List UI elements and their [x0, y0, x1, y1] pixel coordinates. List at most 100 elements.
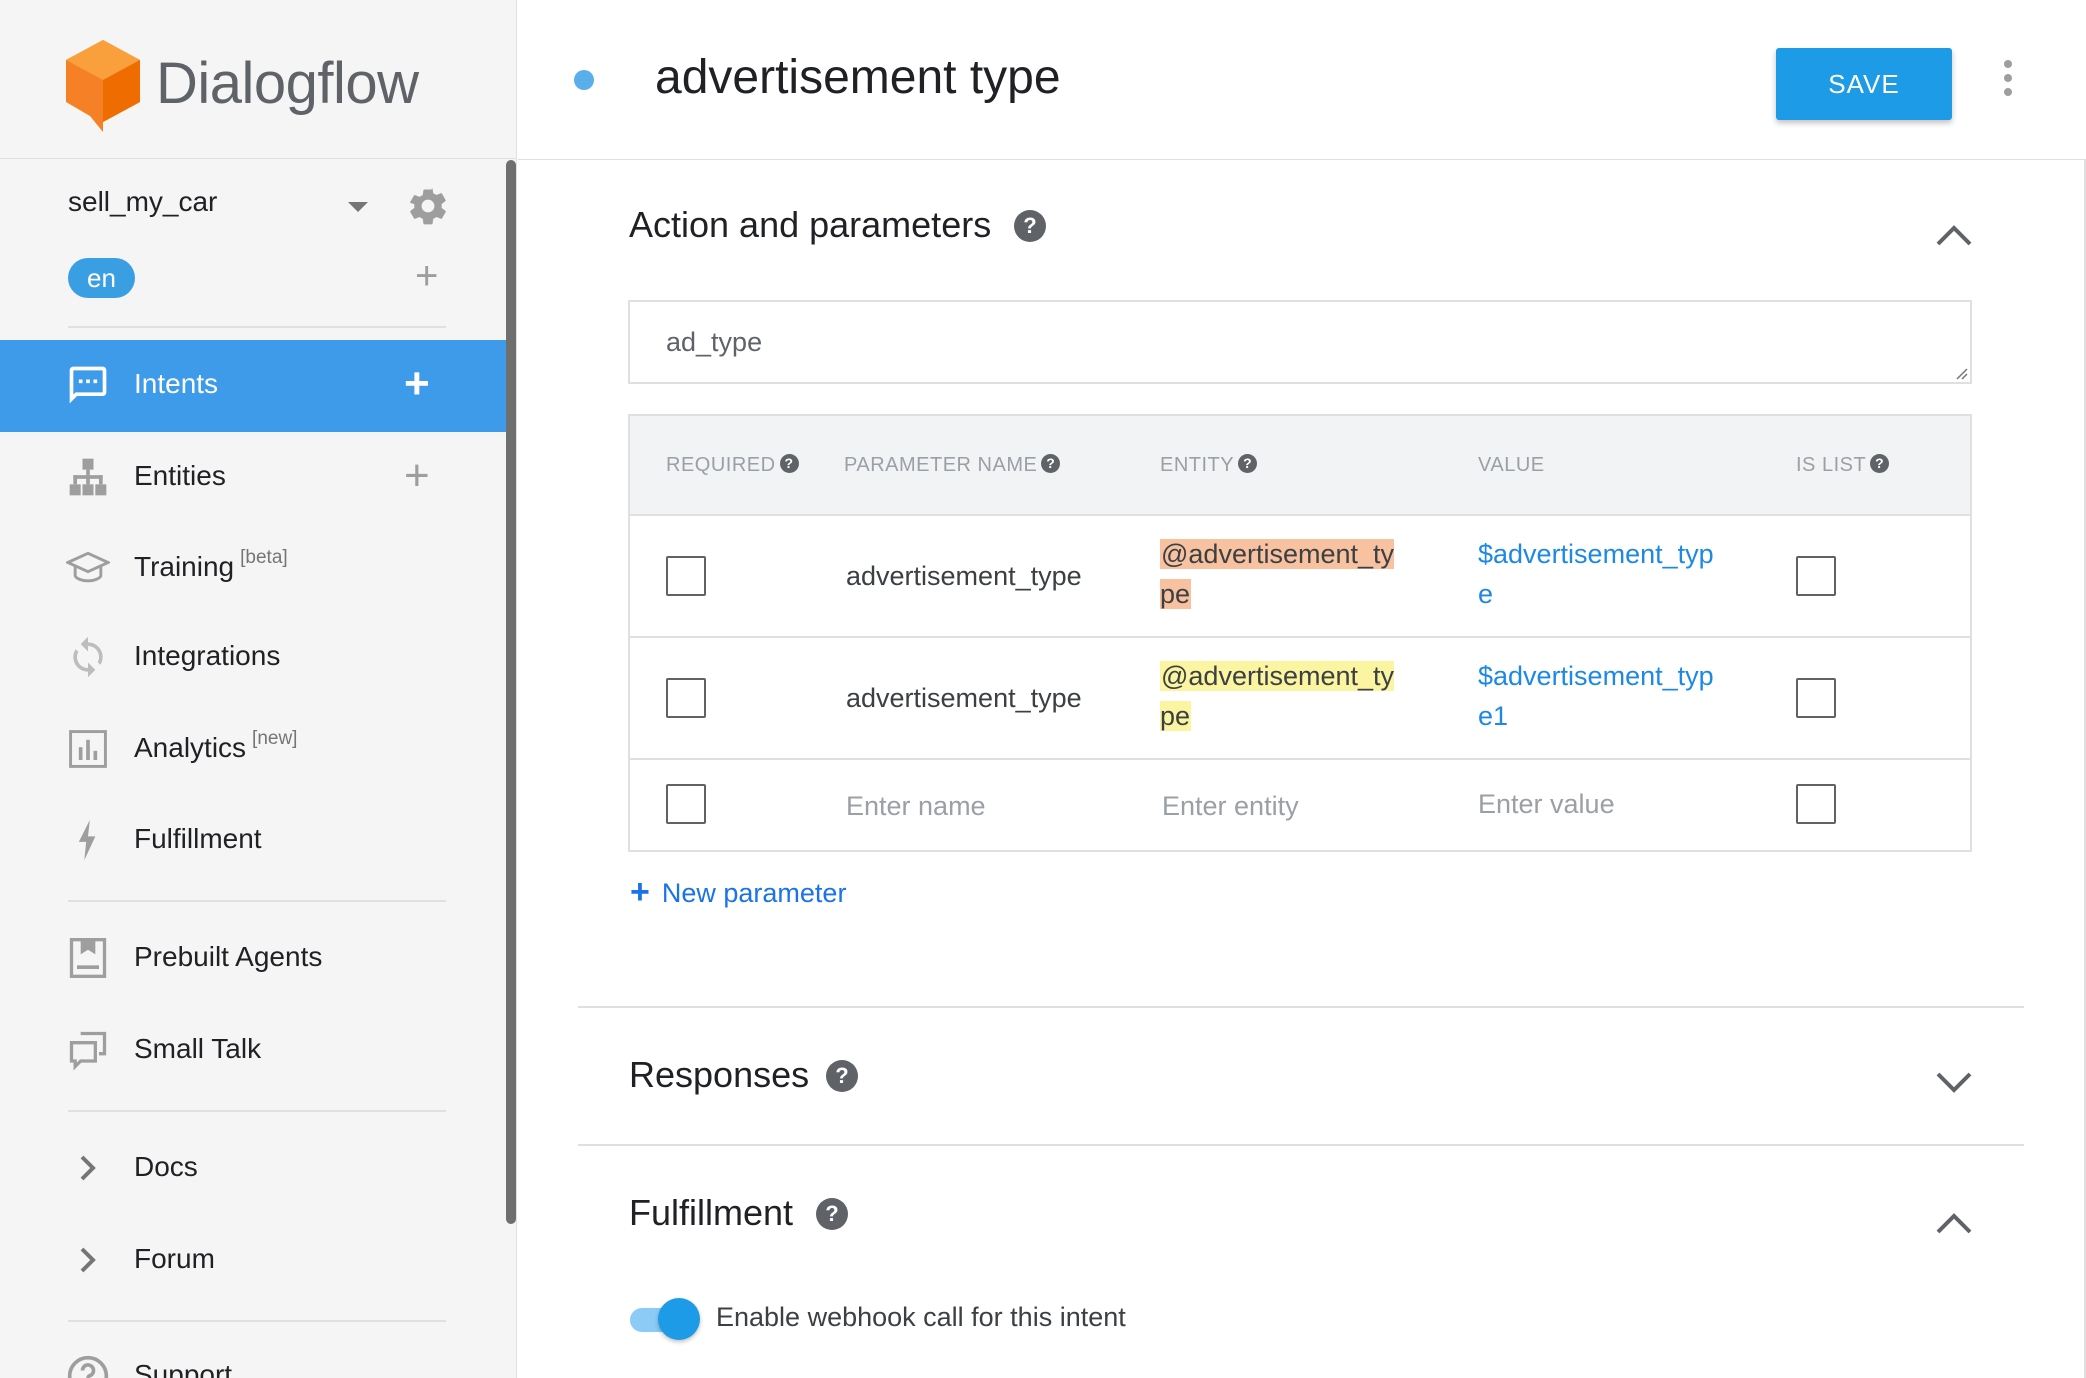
required-checkbox[interactable]: [666, 678, 706, 718]
add-intent-button[interactable]: +: [404, 359, 430, 409]
parameter-name-cell[interactable]: advertisement_type: [846, 556, 1082, 596]
chevron-down-icon[interactable]: [1934, 1070, 1974, 1096]
help-icon[interactable]: ?: [816, 1198, 848, 1230]
intent-header: advertisement type SAVE: [518, 0, 2086, 160]
logo-header: Dialogflow: [0, 0, 516, 159]
sidebar-item-entities[interactable]: Entities +: [0, 432, 506, 524]
entity-value: @advertisement_type: [1160, 539, 1395, 609]
help-icon[interactable]: ?: [1870, 454, 1890, 474]
value-cell[interactable]: $advertisement_type: [1478, 534, 1728, 614]
language-pill[interactable]: en: [68, 258, 135, 298]
is-list-checkbox[interactable]: [1796, 678, 1836, 718]
sidebar-item-analytics[interactable]: Analytics [new]: [0, 704, 506, 796]
dialogflow-logo-icon: [66, 40, 140, 132]
fulfillment-section-title: Fulfillment: [629, 1192, 794, 1233]
action-name-value: ad_type: [666, 327, 763, 357]
divider: [68, 326, 446, 328]
plus-icon: +: [630, 873, 650, 911]
column-header-required: REQUIRED?: [666, 454, 799, 477]
help-icon[interactable]: ?: [1041, 454, 1061, 474]
new-parameter-link[interactable]: + New parameter: [630, 872, 846, 911]
section-divider: [578, 1144, 2024, 1146]
required-checkbox[interactable]: [666, 556, 706, 596]
chevron-right-icon: [80, 1247, 96, 1273]
logo-text: Dialogflow: [156, 51, 419, 116]
sidebar-item-forum[interactable]: Forum: [0, 1215, 506, 1307]
more-vertical-icon[interactable]: [2002, 58, 2014, 98]
language-row: en +: [68, 254, 448, 300]
sidebar: Dialogflow sell_my_car en + Intents + En…: [0, 0, 517, 1378]
save-button[interactable]: SAVE: [1776, 48, 1952, 120]
new-badge: [new]: [252, 728, 298, 749]
value-input[interactable]: Enter value: [1478, 784, 1615, 824]
sidebar-item-small-talk[interactable]: Small Talk: [0, 1005, 506, 1097]
add-entity-button[interactable]: +: [404, 451, 430, 501]
chevron-up-icon[interactable]: [1934, 222, 1974, 248]
section-divider: [578, 1006, 2024, 1008]
agent-name: sell_my_car: [68, 186, 218, 217]
is-list-checkbox[interactable]: [1796, 784, 1836, 824]
column-header-parameter-name: PARAMETER NAME?: [844, 454, 1061, 477]
toggle-knob: [658, 1298, 700, 1340]
entity-input[interactable]: Enter entity: [1162, 786, 1299, 826]
sidebar-item-fulfillment[interactable]: Fulfillment: [0, 795, 506, 887]
intent-title[interactable]: advertisement type: [655, 50, 1061, 105]
sidebar-item-label: Integrations: [134, 640, 281, 671]
help-icon[interactable]: ?: [1238, 454, 1258, 474]
sidebar-item-support[interactable]: Support: [0, 1331, 506, 1378]
webhook-toggle[interactable]: [630, 1298, 700, 1340]
table-row: advertisement_type @advertisement_type $…: [630, 516, 1970, 638]
chat-bubble-icon: [69, 366, 107, 404]
sidebar-scrollbar[interactable]: [506, 160, 516, 1224]
required-checkbox[interactable]: [666, 784, 706, 824]
divider: [68, 1110, 446, 1112]
sidebar-item-label: Small Talk: [134, 1033, 262, 1064]
responses-section-title[interactable]: Responses: [629, 1054, 809, 1096]
action-section-title: Action and parameters: [629, 204, 992, 245]
sidebar-item-docs[interactable]: Docs: [0, 1123, 506, 1215]
help-circle-icon: [67, 1355, 109, 1378]
add-language-button[interactable]: +: [415, 254, 438, 298]
agent-selector[interactable]: sell_my_car: [68, 186, 448, 226]
help-icon[interactable]: ?: [826, 1060, 858, 1092]
webhook-toggle-label: Enable webhook call for this intent: [716, 1302, 1126, 1332]
sidebar-item-label: Intents: [134, 368, 219, 399]
hierarchy-icon: [69, 458, 107, 496]
entity-cell[interactable]: @advertisement_type: [1160, 656, 1400, 736]
sidebar-item-label: Fulfillment: [134, 823, 262, 854]
column-header-is-list: IS LIST?: [1796, 454, 1890, 477]
lightning-icon: [78, 819, 96, 861]
column-header-entity: ENTITY?: [1160, 454, 1258, 477]
entity-cell[interactable]: @advertisement_type: [1160, 534, 1400, 614]
chevron-right-icon: [80, 1155, 96, 1181]
help-icon[interactable]: ?: [1014, 210, 1046, 242]
book-icon: [69, 938, 107, 978]
parameter-name-input[interactable]: Enter name: [846, 786, 986, 826]
sidebar-item-intents[interactable]: Intents +: [0, 340, 506, 432]
main-content: advertisement type SAVE Action and param…: [518, 0, 2086, 1378]
divider: [68, 900, 446, 902]
gear-icon[interactable]: [406, 184, 450, 228]
value-cell[interactable]: $advertisement_type1: [1478, 656, 1728, 736]
table-row-empty: Enter name Enter entity Enter value: [630, 760, 1970, 850]
sidebar-item-training[interactable]: Training [beta]: [0, 523, 506, 615]
resize-handle-icon[interactable]: [1952, 364, 1968, 380]
chevron-up-icon[interactable]: [1934, 1210, 1974, 1236]
graduation-cap-icon: [66, 551, 110, 583]
sidebar-item-label: Docs: [134, 1151, 198, 1182]
sidebar-item-label: Forum: [134, 1243, 215, 1274]
is-list-checkbox[interactable]: [1796, 556, 1836, 596]
sidebar-item-prebuilt-agents[interactable]: Prebuilt Agents: [0, 913, 506, 1005]
sidebar-item-label: Analytics [new]: [134, 728, 298, 763]
status-dot: [574, 70, 594, 90]
entity-value: @advertisement_type: [1160, 661, 1395, 731]
sidebar-item-integrations[interactable]: Integrations: [0, 612, 506, 704]
parameter-name-cell[interactable]: advertisement_type: [846, 678, 1082, 718]
table-header: REQUIRED? PARAMETER NAME? ENTITY? VALUE …: [630, 416, 1970, 516]
help-icon[interactable]: ?: [779, 454, 799, 474]
parameters-table: REQUIRED? PARAMETER NAME? ENTITY? VALUE …: [628, 414, 1972, 852]
caret-down-icon[interactable]: [348, 202, 368, 212]
sidebar-item-label: Training [beta]: [134, 547, 288, 582]
sidebar-item-label: Entities: [134, 460, 226, 491]
action-name-input[interactable]: ad_type: [628, 300, 1972, 384]
